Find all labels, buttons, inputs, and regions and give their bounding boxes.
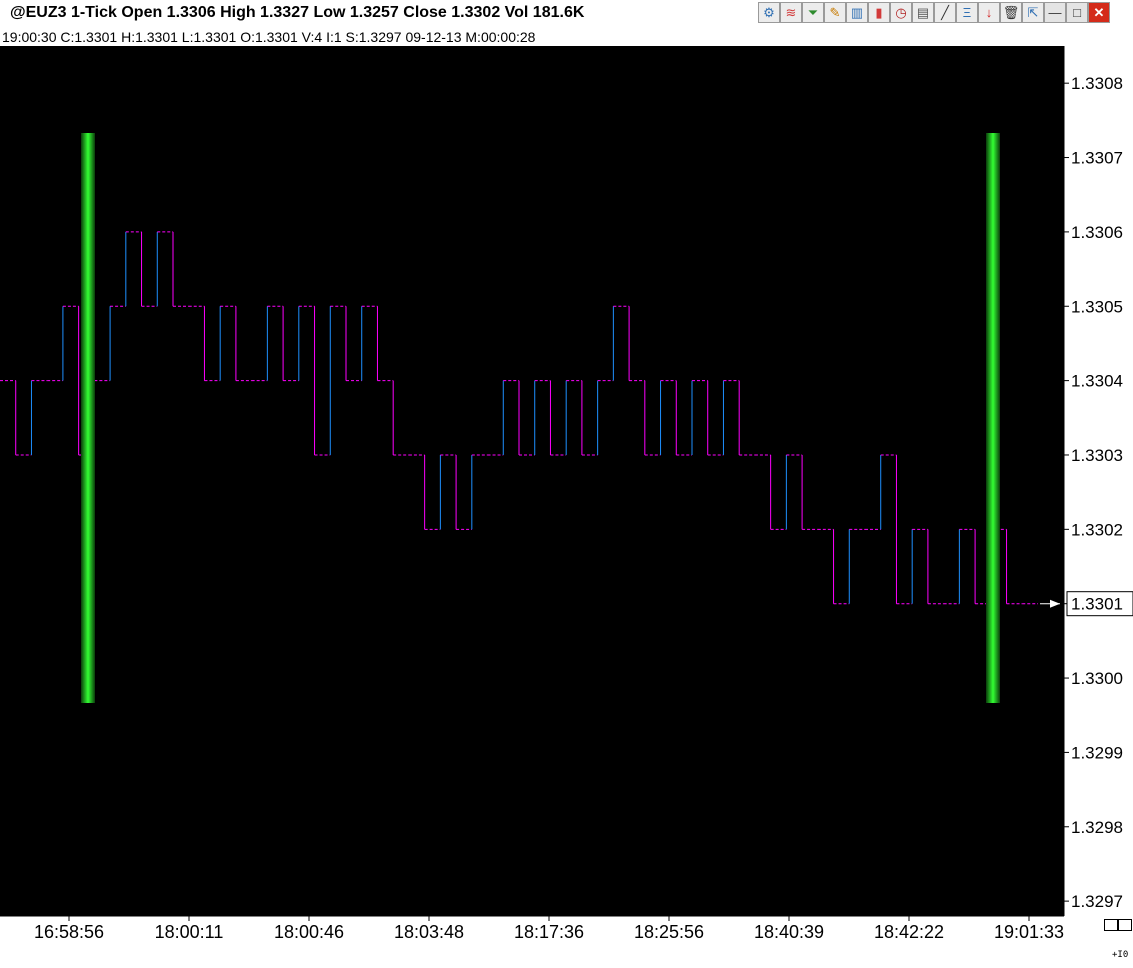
arrow-down-icon[interactable]: ↓ bbox=[978, 2, 1000, 23]
plot-background bbox=[0, 46, 1064, 916]
x-tick-label-0: 16:58:56 bbox=[34, 922, 104, 942]
title-bar: @EUZ3 1-Tick Open 1.3306 High 1.3327 Low… bbox=[0, 0, 1133, 28]
x-tick-label-5: 18:25:56 bbox=[634, 922, 704, 942]
y-tick-label-3: 1.3305 bbox=[1071, 297, 1123, 316]
x-tick-label-8: 19:01:33 bbox=[994, 922, 1064, 942]
price-chart[interactable]: 1.3308 1.3307 1.3306 1.3305 1.3304 1.3303 1.33… bbox=[0, 46, 1133, 963]
y-tick-label-6: 1.3302 bbox=[1071, 520, 1123, 539]
y-tick-label-5: 1.3303 bbox=[1071, 446, 1123, 465]
y-tick-label-8: 1.3300 bbox=[1071, 669, 1123, 688]
vertical-marker-1 bbox=[986, 133, 1000, 703]
maximize-icon[interactable]: □ bbox=[1066, 2, 1088, 23]
y-tick-label-0: 1.3308 bbox=[1071, 74, 1123, 93]
filter-icon[interactable]: ⏷ bbox=[802, 2, 824, 23]
clock-icon[interactable]: ◷ bbox=[890, 2, 912, 23]
fibonacci-icon[interactable]: Ξ bbox=[956, 2, 978, 23]
vertical-marker-0 bbox=[81, 133, 95, 703]
close-icon[interactable]: ✕ bbox=[1088, 2, 1110, 23]
trendline-icon[interactable]: ╱ bbox=[934, 2, 956, 23]
price-axis bbox=[1064, 46, 1133, 916]
x-tick-label-7: 18:42:22 bbox=[874, 922, 944, 942]
y-tick-label-11: 1.3297 bbox=[1071, 892, 1123, 911]
delete-icon[interactable]: 🗑 bbox=[1000, 2, 1022, 23]
corner-label: +I0 bbox=[1112, 950, 1129, 960]
y-tick-label-10: 1.3298 bbox=[1071, 818, 1123, 837]
window-title: @EUZ3 1-Tick Open 1.3306 High 1.3327 Low… bbox=[10, 4, 585, 21]
y-tick-label-4: 1.3304 bbox=[1071, 372, 1123, 391]
scale-toggle-icon[interactable] bbox=[1104, 919, 1118, 931]
status-line: 19:00:30 C:1.3301 H:1.3301 L:1.3301 O:1.… bbox=[2, 29, 536, 45]
x-tick-label-6: 18:40:39 bbox=[754, 922, 824, 942]
drawing-pencil-icon[interactable]: ✎ bbox=[824, 2, 846, 23]
notes-icon[interactable]: ▤ bbox=[912, 2, 934, 23]
scale-toggle-icon-2[interactable] bbox=[1118, 919, 1132, 931]
y-tick-label-1: 1.3307 bbox=[1071, 149, 1123, 168]
candlestick-icon[interactable]: ▮ bbox=[868, 2, 890, 23]
chart-area[interactable]: 1.3308 1.3307 1.3306 1.3305 1.3304 1.3303 1.33… bbox=[0, 46, 1133, 963]
indicators-icon[interactable]: ≋ bbox=[780, 2, 802, 23]
chart-toolbar: ⚙ ≋ ⏷ ✎ ▥ ▮ ◷ ▤ ╱ Ξ ↓ 🗑 ⇱ — □ ✕ bbox=[758, 2, 1110, 24]
format-chart-icon[interactable]: ⚙ bbox=[758, 2, 780, 23]
x-tick-label-2: 18:00:46 bbox=[274, 922, 344, 942]
x-tick-label-1: 18:00:11 bbox=[155, 922, 224, 942]
last-price-label: 1.3301 bbox=[1071, 595, 1123, 614]
y-tick-label-9: 1.3299 bbox=[1071, 743, 1123, 762]
data-status-bar: 19:00:30 C:1.3301 H:1.3301 L:1.3301 O:1.… bbox=[0, 28, 1133, 47]
bar-chart-icon[interactable]: ▥ bbox=[846, 2, 868, 23]
x-tick-label-3: 18:03:48 bbox=[394, 922, 464, 942]
x-tick-label-4: 18:17:36 bbox=[514, 922, 584, 942]
cursor-icon[interactable]: ⇱ bbox=[1022, 2, 1044, 23]
y-tick-label-2: 1.3306 bbox=[1071, 223, 1123, 242]
minimize-icon[interactable]: — bbox=[1044, 2, 1066, 23]
